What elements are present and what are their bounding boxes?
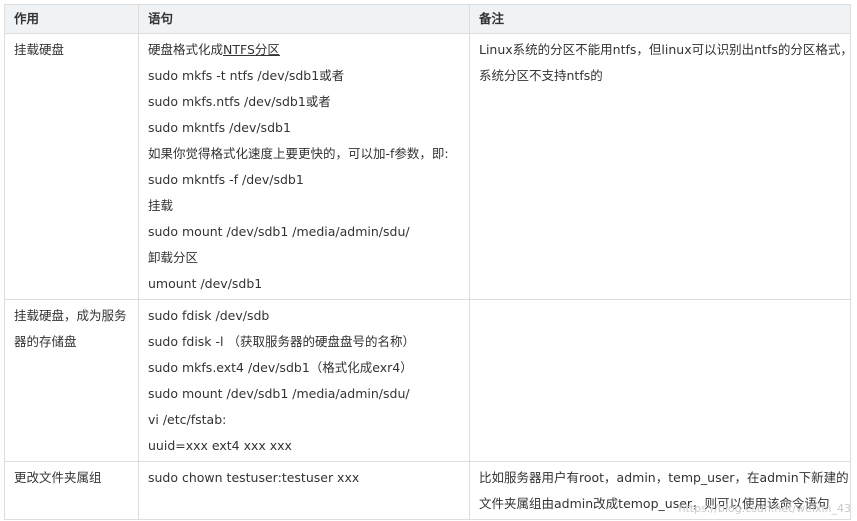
table-row: 挂载硬盘 硬盘格式化成NTFS分区 sudo mkfs -t ntfs /dev…: [4, 33, 853, 300]
command-table: 作用 语句 备注 挂载硬盘 硬盘格式化成NTFS分区 sudo mkfs -t …: [4, 4, 853, 520]
statement-line: vi /etc/fstab:: [148, 412, 227, 427]
header-statement: 语句: [138, 4, 470, 34]
statement-line: umount /dev/sdb1: [148, 276, 263, 291]
statement-line: sudo fdisk -l （获取服务器的硬盘盘号的名称）: [148, 334, 415, 349]
statement-line: sudo mkfs.ext4 /dev/sdb1（格式化成exr4）: [148, 360, 413, 375]
table-row: 挂载硬盘，成为服务 器的存储盘 sudo fdisk /dev/sdb sudo…: [4, 299, 851, 462]
statement-line: sudo mount /dev/sdb1 /media/admin/sdu/: [148, 224, 410, 239]
table-header-row: 作用 语句 备注: [4, 4, 851, 34]
note-cell: [469, 299, 851, 462]
note-line: Linux系统的分区不能用ntfs，但linux可以识别出ntfs的分区格式，: [479, 42, 853, 57]
statement-line: sudo mkfs -t ntfs /dev/sdb1或者: [148, 68, 345, 83]
header-note: 备注: [469, 4, 851, 34]
statement-line: 如果你觉得格式化速度上要更快的，可以加-f参数，即:: [148, 146, 449, 161]
purpose-cell: 更改文件夹属组: [4, 461, 139, 520]
statement-line: sudo chown testuser:testuser xxx: [148, 470, 360, 485]
statement-line: 卸载分区: [148, 250, 199, 265]
statement-line: sudo mkntfs -f /dev/sdb1: [148, 172, 304, 187]
purpose-text: 器的存储盘: [14, 334, 77, 349]
statement-cell: sudo chown testuser:testuser xxx: [138, 461, 470, 520]
note-line: 系统分区不支持ntfs的: [479, 68, 603, 83]
purpose-cell: 挂载硬盘，成为服务 器的存储盘: [4, 299, 139, 462]
purpose-text: 更改文件夹属组: [14, 470, 102, 485]
ntfs-partition-link[interactable]: NTFS分区: [223, 42, 280, 57]
statement-line: 挂载: [148, 198, 174, 213]
statement-text: 硬盘格式化成: [148, 42, 224, 57]
statement-line: uuid=xxx ext4 xxx xxx: [148, 438, 292, 453]
statement-cell: sudo fdisk /dev/sdb sudo fdisk -l （获取服务器…: [138, 299, 470, 462]
watermark: https://blog.csdn.net/weixin_43: [678, 502, 851, 515]
statement-line: sudo fdisk /dev/sdb: [148, 308, 270, 323]
statement-line: sudo mount /dev/sdb1 /media/admin/sdu/: [148, 386, 410, 401]
purpose-text: 挂载硬盘: [14, 42, 65, 57]
header-purpose: 作用: [4, 4, 139, 34]
purpose-text: 挂载硬盘，成为服务: [14, 308, 127, 323]
purpose-cell: 挂载硬盘: [4, 33, 139, 300]
statement-line: sudo mkntfs /dev/sdb1: [148, 120, 291, 135]
statement-line: 硬盘格式化成NTFS分区: [148, 37, 460, 63]
note-line: 比如服务器用户有root，admin，temp_user，在admin下新建的: [479, 470, 849, 485]
statement-line: sudo mkfs.ntfs /dev/sdb1或者: [148, 94, 331, 109]
statement-cell: 硬盘格式化成NTFS分区 sudo mkfs -t ntfs /dev/sdb1…: [138, 33, 470, 300]
note-cell: Linux系统的分区不能用ntfs，但linux可以识别出ntfs的分区格式， …: [469, 33, 853, 300]
